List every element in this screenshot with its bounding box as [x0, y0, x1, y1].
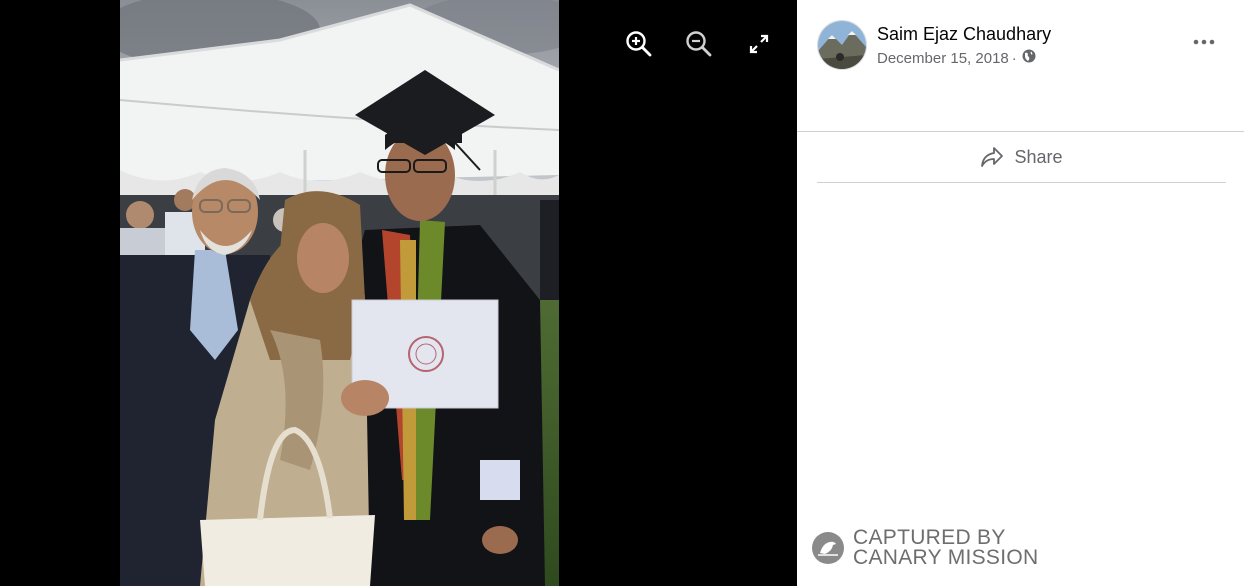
- more-options-button[interactable]: [1192, 34, 1216, 50]
- canary-mission-watermark: CAPTURED BY CANARY MISSION: [811, 526, 1039, 569]
- more-options-icon: [1193, 39, 1215, 45]
- zoom-out-icon: [686, 31, 712, 57]
- fullscreen-icon: [749, 34, 769, 54]
- post-meta: December 15, 2018 ·: [877, 49, 1051, 67]
- post-date[interactable]: December 15, 2018: [877, 50, 1009, 67]
- zoom-out-button[interactable]: [682, 28, 716, 60]
- photo-viewer: [0, 0, 797, 586]
- canary-logo-icon: [812, 532, 844, 564]
- fullscreen-button[interactable]: [742, 28, 776, 60]
- graduation-photo-image: [120, 0, 559, 586]
- post-header: Saim Ejaz Chaudhary December 15, 2018 ·: [817, 20, 1051, 70]
- viewer-controls: [622, 28, 776, 60]
- globe-icon: [1022, 49, 1036, 67]
- zoom-in-icon: [626, 31, 652, 57]
- author-avatar[interactable]: [817, 20, 867, 70]
- share-icon: [981, 147, 1004, 167]
- author-name[interactable]: Saim Ejaz Chaudhary: [877, 23, 1051, 45]
- post-side-panel: Saim Ejaz Chaudhary December 15, 2018 ·: [797, 0, 1244, 586]
- post-photo[interactable]: [120, 0, 559, 586]
- share-button[interactable]: Share: [817, 132, 1226, 183]
- meta-separator: ·: [1011, 49, 1017, 67]
- share-label: Share: [1014, 146, 1063, 167]
- zoom-in-button[interactable]: [622, 28, 656, 60]
- watermark-text: CAPTURED BY CANARY MISSION: [853, 526, 1039, 569]
- author-block: Saim Ejaz Chaudhary December 15, 2018 ·: [877, 23, 1051, 67]
- watermark-line-1: CAPTURED BY: [853, 526, 1006, 549]
- avatar-image: [818, 21, 866, 69]
- watermark-line-2: CANARY MISSION: [853, 546, 1039, 569]
